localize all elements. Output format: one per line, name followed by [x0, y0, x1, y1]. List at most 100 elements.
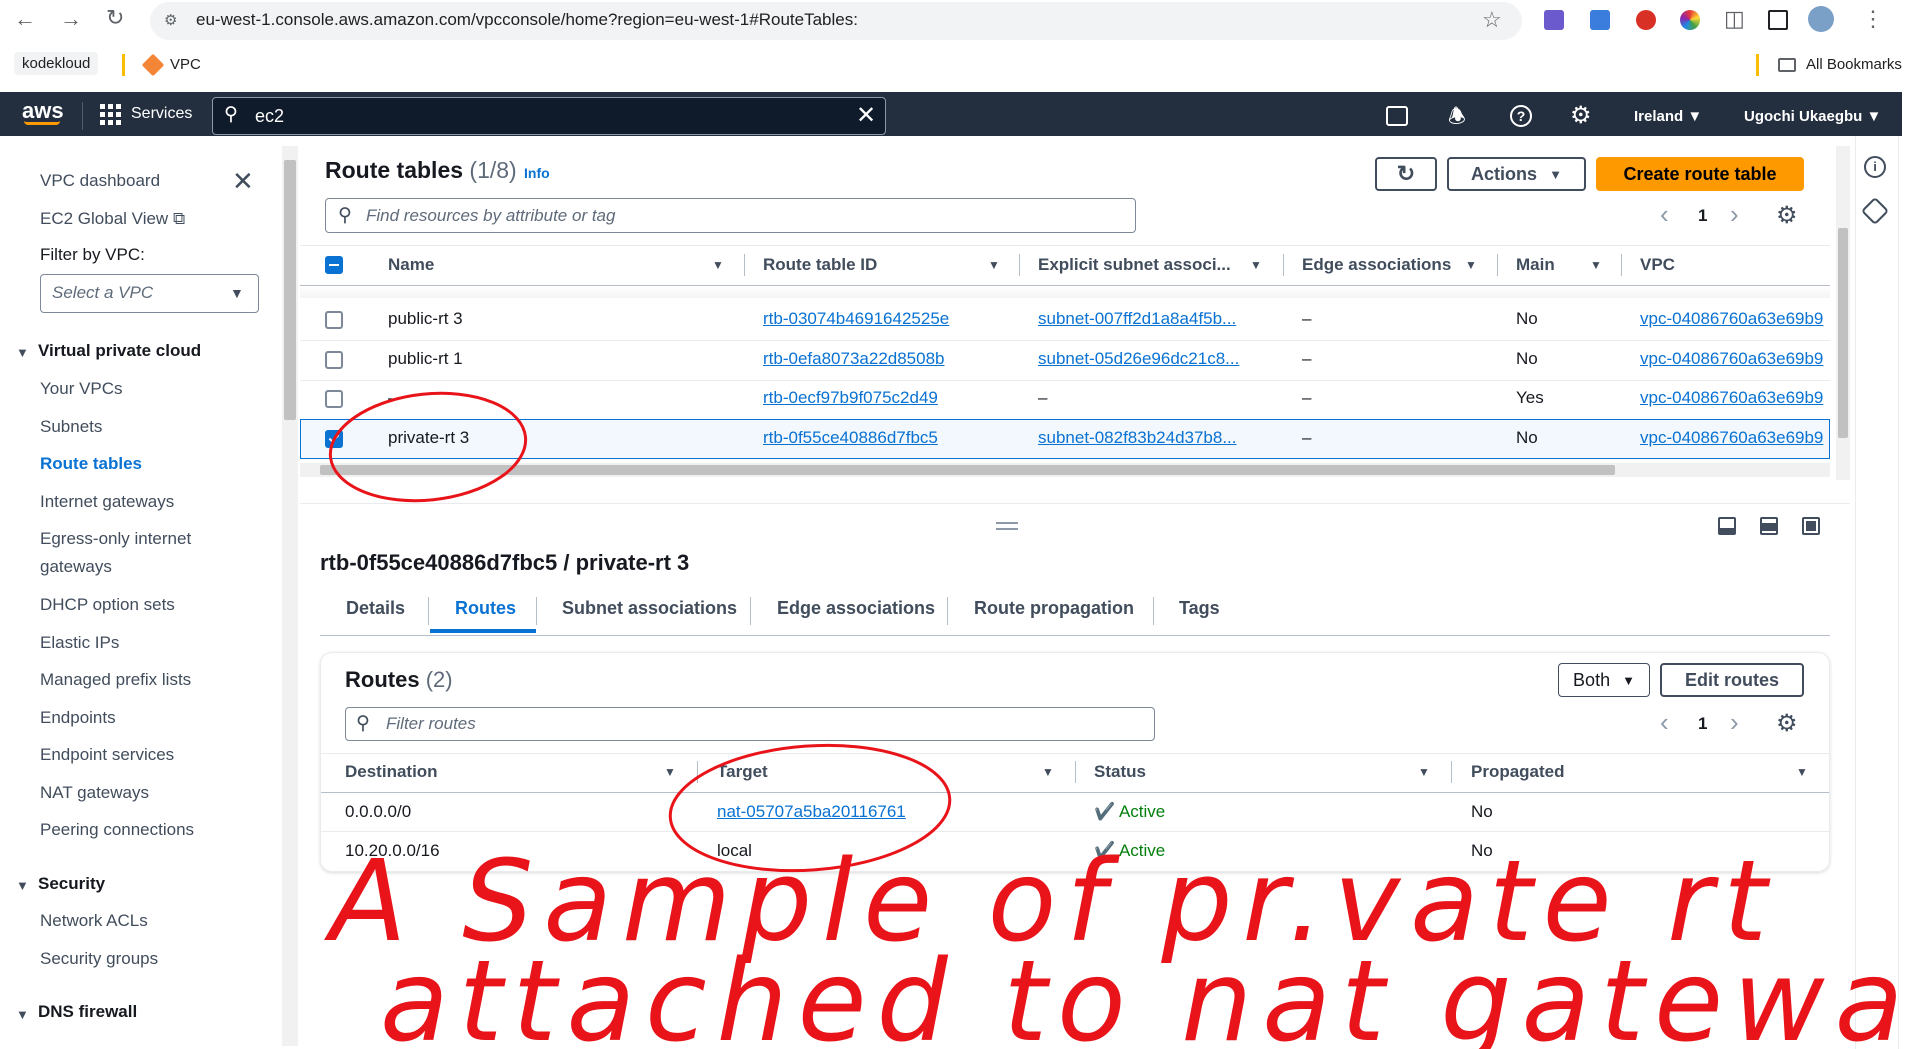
- sidebar-item-endpoints[interactable]: Endpoints: [40, 708, 116, 728]
- sidebar-section-security[interactable]: Security: [38, 874, 105, 894]
- profile-avatar[interactable]: [1808, 6, 1834, 32]
- column-header-destination[interactable]: Destination: [345, 762, 438, 782]
- sort-icon[interactable]: ▼: [1250, 258, 1262, 272]
- sort-icon[interactable]: ▼: [1796, 765, 1808, 779]
- region-selector[interactable]: Ireland ▼: [1634, 108, 1702, 125]
- row-checkbox[interactable]: [325, 351, 343, 369]
- forward-icon[interactable]: →: [60, 6, 82, 32]
- info-panel-icon[interactable]: i: [1864, 156, 1886, 178]
- close-sidebar-icon[interactable]: ✕: [232, 166, 254, 197]
- subnet-link[interactable]: subnet-05d26e96dc21c8...: [1038, 349, 1239, 369]
- column-header-vpc[interactable]: VPC: [1640, 255, 1675, 275]
- sort-icon[interactable]: ▼: [1590, 258, 1602, 272]
- sidebar-item-route-tables[interactable]: Route tables: [40, 454, 142, 474]
- global-search-input[interactable]: [212, 97, 886, 135]
- sort-icon[interactable]: ▼: [712, 258, 724, 272]
- sidebar-item-egress-only-line2[interactable]: gateways: [40, 557, 112, 577]
- next-page-icon[interactable]: ›: [1730, 707, 1739, 738]
- vpc-link[interactable]: vpc-04086760a63e69b9: [1640, 349, 1830, 369]
- tab-edge-associations[interactable]: Edge associations: [777, 598, 935, 619]
- tab-route-propagation[interactable]: Route propagation: [974, 598, 1134, 619]
- actions-button[interactable]: Actions ▼: [1447, 157, 1586, 191]
- column-header-name[interactable]: Name: [388, 255, 434, 275]
- site-info-icon[interactable]: ⚙: [164, 11, 177, 29]
- sidebar-vpc-dashboard[interactable]: VPC dashboard: [40, 171, 160, 191]
- drag-handle-icon[interactable]: [996, 522, 1018, 530]
- all-bookmarks[interactable]: All Bookmarks: [1806, 56, 1902, 73]
- tab-tags[interactable]: Tags: [1179, 598, 1220, 619]
- help-icon[interactable]: ?: [1510, 105, 1532, 127]
- vertical-scrollbar-thumb[interactable]: [1838, 228, 1848, 438]
- expand-caret-icon[interactable]: ▼: [16, 345, 29, 360]
- nat-gateway-link[interactable]: nat-05707a5ba20116761: [717, 802, 906, 822]
- sidebar-item-peering-connections[interactable]: Peering connections: [40, 820, 194, 840]
- sidebar-section-vpc[interactable]: Virtual private cloud: [38, 341, 201, 361]
- next-page-icon[interactable]: ›: [1730, 199, 1739, 230]
- sort-icon[interactable]: ▼: [1465, 258, 1477, 272]
- sidebar-item-security-groups[interactable]: Security groups: [40, 949, 158, 969]
- sidebar-item-egress-only[interactable]: Egress-only internet: [40, 529, 191, 549]
- sidebar-item-nat-gateways[interactable]: NAT gateways: [40, 783, 149, 803]
- vpc-link[interactable]: vpc-04086760a63e69b9: [1640, 388, 1830, 408]
- sort-icon[interactable]: ▼: [1042, 765, 1054, 779]
- column-header-route-table-id[interactable]: Route table ID: [763, 255, 877, 275]
- expand-caret-icon[interactable]: ▼: [16, 1007, 29, 1022]
- preferences-gear-icon[interactable]: ⚙: [1776, 201, 1798, 230]
- previous-page-icon[interactable]: ‹: [1660, 199, 1669, 230]
- sort-icon[interactable]: ▼: [664, 765, 676, 779]
- settings-gear-icon[interactable]: ⚙: [1570, 101, 1592, 130]
- bookmark-kodekloud[interactable]: kodekloud: [14, 52, 99, 75]
- extension-icon[interactable]: [1590, 10, 1610, 30]
- sidebar-item-network-acls[interactable]: Network ACLs: [40, 911, 148, 931]
- column-header-status[interactable]: Status: [1094, 762, 1146, 782]
- table-row[interactable]: [300, 381, 1830, 420]
- edit-routes-button[interactable]: Edit routes: [1660, 663, 1804, 697]
- color-extension-icon[interactable]: [1680, 10, 1700, 30]
- route-filter-both-select[interactable]: Both ▼: [1558, 663, 1650, 697]
- services-button[interactable]: Services: [100, 98, 192, 130]
- sort-icon[interactable]: ▼: [1418, 765, 1430, 779]
- sidebar-item-internet-gateways[interactable]: Internet gateways: [40, 492, 174, 512]
- tab-details[interactable]: Details: [346, 598, 405, 619]
- side-panel-icon[interactable]: [1768, 10, 1788, 30]
- extension-icon[interactable]: [1544, 10, 1564, 30]
- tab-subnet-associations[interactable]: Subnet associations: [562, 598, 737, 619]
- routes-page-number[interactable]: 1: [1698, 714, 1707, 734]
- back-icon[interactable]: ←: [14, 6, 36, 32]
- sidebar-ec2-global-view[interactable]: EC2 Global View ⧉: [40, 209, 185, 229]
- previous-page-icon[interactable]: ‹: [1660, 707, 1669, 738]
- sidebar-item-endpoint-services[interactable]: Endpoint services: [40, 745, 174, 765]
- column-header-target[interactable]: Target: [717, 762, 768, 782]
- split-panel-side-icon[interactable]: [1760, 517, 1778, 535]
- bookmark-star-icon[interactable]: ☆: [1482, 7, 1502, 33]
- sort-icon[interactable]: ▼: [988, 258, 1000, 272]
- column-header-main[interactable]: Main: [1516, 255, 1555, 275]
- row-checkbox-checked[interactable]: [325, 430, 343, 448]
- route-table-id-link[interactable]: rtb-0f55ce40886d7fbc5: [763, 428, 938, 448]
- route-table-id-link[interactable]: rtb-0ecf97b9f075c2d49: [763, 388, 938, 408]
- page-number[interactable]: 1: [1698, 206, 1707, 226]
- vpc-link[interactable]: vpc-04086760a63e69b9: [1640, 309, 1830, 329]
- route-table-id-link[interactable]: rtb-03074b4691642525e: [763, 309, 949, 329]
- subnet-link[interactable]: subnet-007ff2d1a8a4f5b...: [1038, 309, 1236, 329]
- select-all-checkbox[interactable]: [325, 256, 343, 274]
- cloudshell-icon[interactable]: [1386, 106, 1408, 126]
- sidebar-item-managed-prefix-lists[interactable]: Managed prefix lists: [40, 670, 191, 690]
- sidebar-item-your-vpcs[interactable]: Your VPCs: [40, 379, 123, 399]
- sidebar-item-dhcp-option-sets[interactable]: DHCP option sets: [40, 595, 175, 615]
- refresh-button[interactable]: ↻: [1375, 157, 1437, 191]
- subnet-link[interactable]: subnet-082f83b24d37b8...: [1038, 428, 1237, 448]
- column-header-edge-associations[interactable]: Edge associations: [1302, 255, 1451, 275]
- tab-routes[interactable]: Routes: [455, 598, 516, 619]
- sidebar-scrollbar-thumb[interactable]: [284, 160, 296, 420]
- info-link[interactable]: Info: [524, 165, 550, 181]
- column-header-explicit-subnet[interactable]: Explicit subnet associ...: [1038, 255, 1231, 275]
- reload-icon[interactable]: ↻: [106, 5, 124, 31]
- expand-caret-icon[interactable]: ▼: [16, 878, 29, 893]
- route-table-id-link[interactable]: rtb-0efa8073a22d8508b: [763, 349, 945, 369]
- shortcut-icon[interactable]: [1860, 196, 1890, 226]
- column-header-propagated[interactable]: Propagated: [1471, 762, 1565, 782]
- horizontal-scrollbar-thumb[interactable]: [320, 465, 1615, 475]
- sidebar-item-subnets[interactable]: Subnets: [40, 417, 102, 437]
- sidebar-section-dns-firewall[interactable]: DNS firewall: [38, 1002, 137, 1022]
